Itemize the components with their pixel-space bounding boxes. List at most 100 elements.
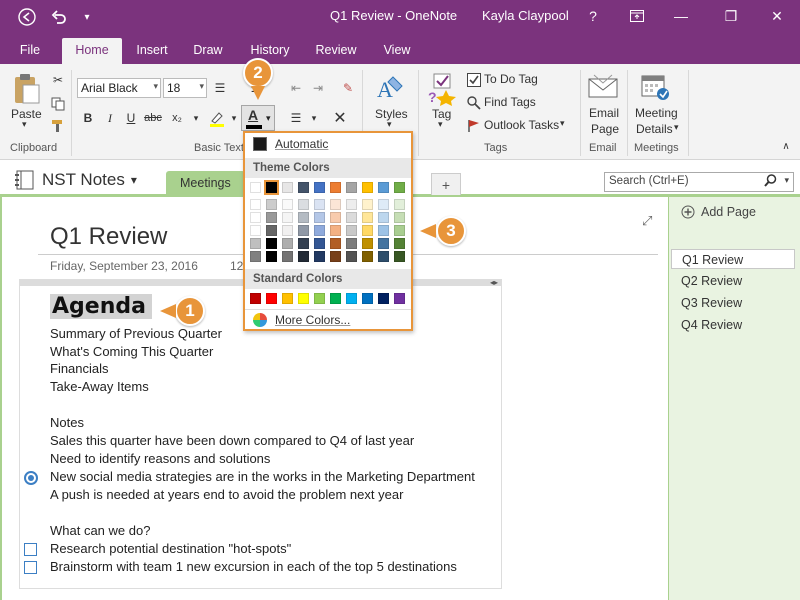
theme-shade-swatch[interactable] — [282, 212, 293, 223]
minimize-button[interactable]: — — [664, 4, 698, 28]
automatic-color-option[interactable]: Automatic — [253, 137, 328, 151]
theme-shade-swatch[interactable] — [282, 251, 293, 262]
theme-shade-swatch[interactable] — [362, 212, 373, 223]
theme-shade-swatch[interactable] — [330, 199, 341, 210]
theme-shade-swatch[interactable] — [250, 199, 261, 210]
increase-indent-icon[interactable]: ⇥ — [308, 78, 328, 98]
standard-color-swatch[interactable] — [250, 293, 261, 304]
theme-shade-swatch[interactable] — [314, 238, 325, 249]
tab-insert[interactable]: Insert — [128, 38, 176, 64]
theme-color-swatch[interactable] — [378, 182, 389, 193]
theme-shade-swatch[interactable] — [250, 251, 261, 262]
theme-color-swatch[interactable] — [346, 182, 357, 193]
note-line[interactable]: Financials — [50, 361, 109, 376]
page-item[interactable]: Q2 Review — [671, 271, 795, 291]
copy-icon[interactable] — [48, 94, 68, 114]
note-line[interactable]: Summary of Previous Quarter — [50, 326, 222, 341]
tab-view[interactable]: View — [376, 38, 418, 64]
standard-color-swatch[interactable] — [266, 293, 277, 304]
meeting-details-label-1[interactable]: Meeting — [635, 106, 678, 120]
theme-shade-swatch[interactable] — [346, 238, 357, 249]
styles-icon[interactable]: A — [372, 70, 408, 106]
theme-shade-swatch[interactable] — [330, 212, 341, 223]
page-item[interactable]: Q1 Review — [671, 249, 795, 269]
theme-shade-swatch[interactable] — [298, 238, 309, 249]
page-item[interactable]: Q3 Review — [671, 293, 795, 313]
format-painter-icon[interactable] — [48, 116, 68, 136]
strikethrough-button[interactable]: abc — [143, 108, 163, 128]
standard-color-swatch[interactable] — [330, 293, 341, 304]
clear-formatting-icon[interactable]: ✎ — [338, 78, 358, 98]
standard-color-swatch[interactable] — [394, 293, 405, 304]
theme-shade-swatch[interactable] — [314, 251, 325, 262]
subscript-dropdown-icon[interactable]: ▾ — [186, 108, 206, 128]
expand-page-icon[interactable]: ⤢ — [642, 213, 652, 229]
note-line[interactable]: Research potential destination "hot-spot… — [50, 541, 291, 556]
note-line[interactable]: Brainstorm with team 1 new excursion in … — [50, 559, 457, 574]
theme-shade-swatch[interactable] — [314, 225, 325, 236]
theme-shade-swatch[interactable] — [266, 225, 277, 236]
meeting-details-dropdown-icon[interactable]: ▾ — [674, 122, 679, 133]
standard-color-swatch[interactable] — [314, 293, 325, 304]
search-input[interactable]: Search (Ctrl+E) ▾ — [604, 172, 794, 192]
note-line[interactable]: New social media strategies are in the w… — [50, 469, 475, 484]
find-tags-button[interactable]: Find Tags — [484, 95, 536, 109]
standard-color-swatch[interactable] — [346, 293, 357, 304]
email-page-label-1[interactable]: Email — [589, 106, 619, 120]
theme-color-swatch[interactable] — [250, 182, 261, 193]
note-line[interactable]: A push is needed at years end to avoid t… — [50, 487, 403, 502]
theme-shade-swatch[interactable] — [394, 225, 405, 236]
paste-dropdown-icon[interactable]: ▾ — [22, 119, 27, 130]
bullets-icon[interactable]: ☰ — [210, 78, 230, 98]
customize-qat-icon[interactable]: ▾ — [76, 6, 98, 28]
theme-shade-swatch[interactable] — [394, 212, 405, 223]
standard-color-swatch[interactable] — [378, 293, 389, 304]
theme-shade-swatch[interactable] — [346, 199, 357, 210]
theme-shade-swatch[interactable] — [314, 199, 325, 210]
theme-color-swatch[interactable] — [264, 180, 279, 195]
theme-shade-swatch[interactable] — [298, 199, 309, 210]
theme-color-swatch[interactable] — [282, 182, 293, 193]
agenda-heading[interactable]: Agenda — [50, 294, 152, 319]
radio-tag-icon[interactable] — [24, 471, 38, 485]
theme-shade-swatch[interactable] — [250, 212, 261, 223]
paste-icon[interactable] — [10, 72, 44, 106]
theme-shade-swatch[interactable] — [378, 251, 389, 262]
email-page-label-2[interactable]: Page — [591, 122, 619, 136]
ribbon-display-icon[interactable] — [620, 4, 654, 28]
theme-shade-swatch[interactable] — [378, 212, 389, 223]
decrease-indent-icon[interactable]: ⇤ — [286, 78, 306, 98]
theme-shade-swatch[interactable] — [250, 225, 261, 236]
underline-button[interactable]: U — [121, 108, 141, 128]
chevron-down-icon[interactable]: ▾ — [784, 175, 789, 186]
theme-shade-swatch[interactable] — [298, 251, 309, 262]
page-title[interactable]: Q1 Review — [50, 223, 167, 251]
section-tab-meetings[interactable]: Meetings — [166, 171, 245, 197]
tab-draw[interactable]: Draw — [186, 38, 230, 64]
theme-shade-swatch[interactable] — [378, 225, 389, 236]
delete-icon[interactable]: ✕ — [330, 108, 350, 128]
theme-shade-swatch[interactable] — [266, 251, 277, 262]
note-line[interactable]: Sales this quarter have been down compar… — [50, 433, 414, 448]
standard-color-swatch[interactable] — [298, 293, 309, 304]
subscript-button[interactable]: x₂ — [167, 108, 187, 128]
theme-shade-swatch[interactable] — [298, 212, 309, 223]
font-size-combo[interactable]: 18 ▾ — [163, 78, 207, 98]
notebook-selector[interactable]: NST Notes ▾ — [14, 170, 137, 190]
outlook-tasks-button[interactable]: Outlook Tasks — [484, 118, 559, 132]
search-icon[interactable] — [764, 174, 777, 190]
standard-color-swatch[interactable] — [282, 293, 293, 304]
resize-arrows-icon[interactable]: ◂▸ — [490, 278, 498, 287]
theme-shade-swatch[interactable] — [362, 251, 373, 262]
italic-button[interactable]: I — [100, 108, 120, 128]
note-line[interactable]: Take-Away Items — [50, 379, 149, 394]
tab-file[interactable]: File — [8, 38, 52, 64]
theme-shade-swatch[interactable] — [298, 225, 309, 236]
styles-dropdown-icon[interactable]: ▾ — [387, 119, 392, 130]
theme-shade-swatch[interactable] — [330, 225, 341, 236]
meeting-details-icon[interactable] — [638, 70, 672, 104]
theme-color-swatch[interactable] — [394, 182, 405, 193]
meeting-details-label-2[interactable]: Details — [636, 122, 673, 136]
cut-icon[interactable]: ✂ — [48, 70, 68, 90]
theme-shade-swatch[interactable] — [362, 199, 373, 210]
